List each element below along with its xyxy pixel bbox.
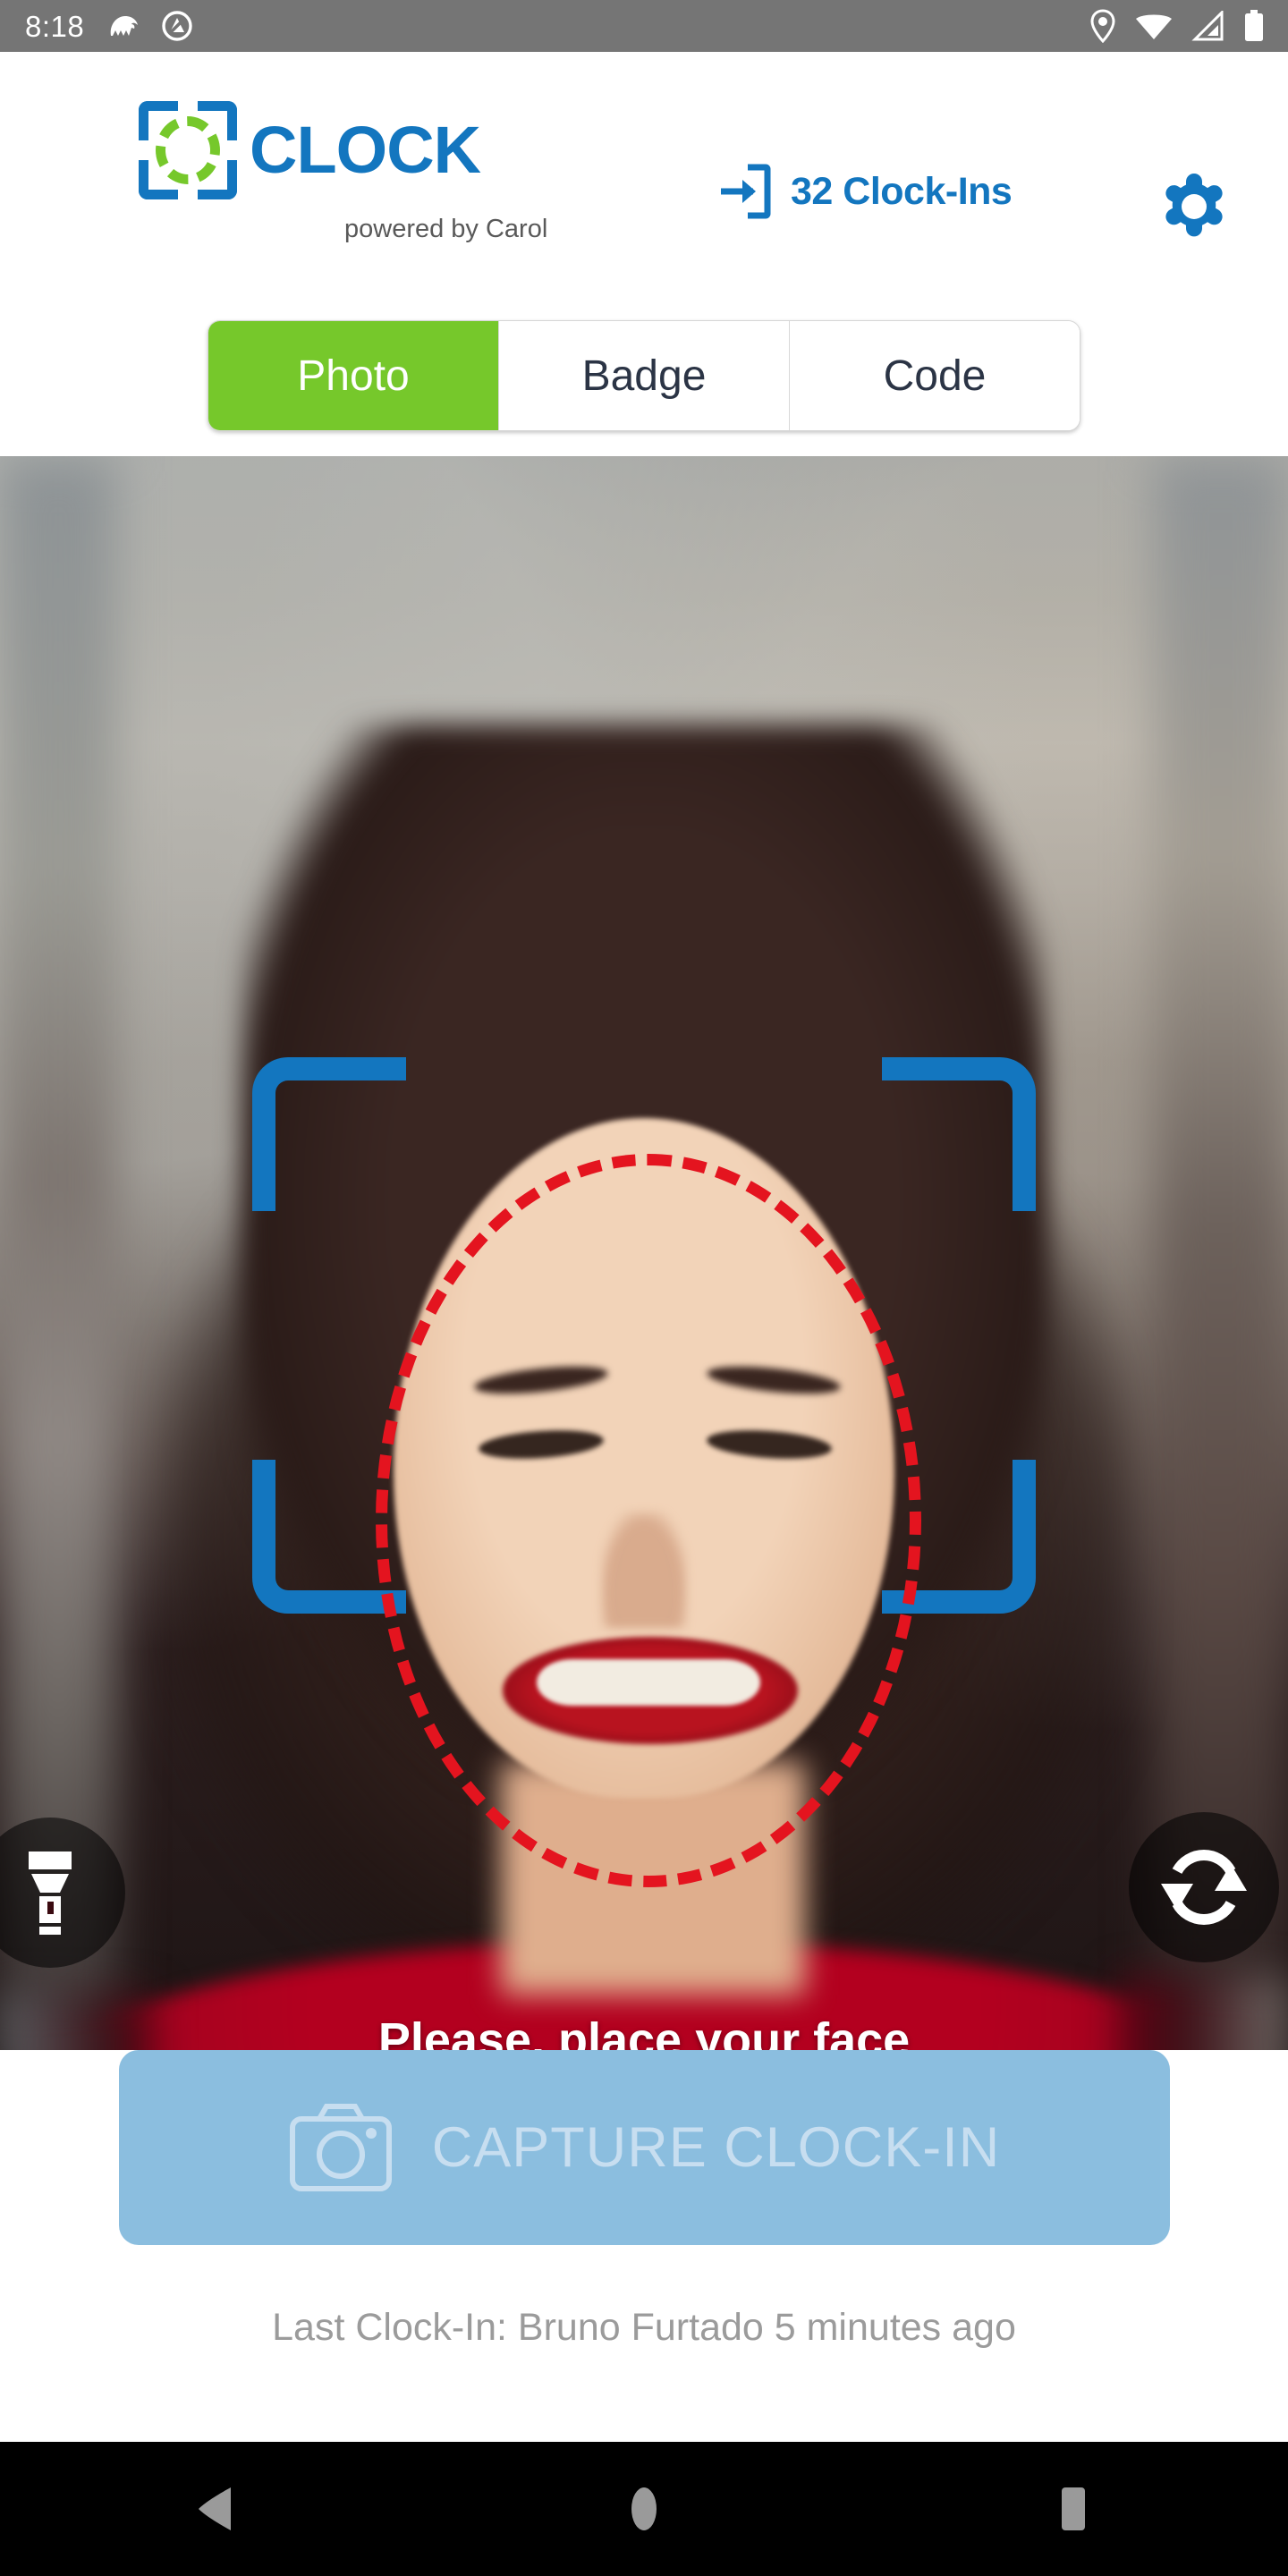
- frame-bracket-top-left-icon: [252, 1057, 406, 1211]
- android-navigation-bar[interactable]: [0, 2442, 1288, 2576]
- wifi-icon: [1136, 14, 1172, 39]
- app-root: 8:18 CLOCK powered by Carol 32 Clock-Ins…: [0, 0, 1288, 2576]
- cellular-signal-icon: [1191, 11, 1224, 41]
- nav-home-button[interactable]: [546, 2442, 742, 2576]
- enter-arrow-icon: [721, 164, 771, 219]
- camera-feed-left-blur: [0, 456, 116, 2050]
- clock-ins-counter[interactable]: 32 Clock-Ins: [716, 164, 1013, 219]
- frame-bracket-top-right-icon: [882, 1057, 1036, 1211]
- tab-code[interactable]: Code: [789, 321, 1080, 430]
- mode-tab-bar[interactable]: Photo Badge Code: [208, 320, 1080, 431]
- app-tagline: powered by Carol: [344, 215, 548, 243]
- status-bar: 8:18: [0, 0, 1288, 52]
- face-guide-oval-icon: [376, 1154, 921, 1887]
- status-bar-notification-icons: [107, 10, 193, 42]
- privacy-blocked-icon: [162, 11, 192, 41]
- recents-icon: [1062, 2487, 1085, 2530]
- status-bar-system-icons: [1089, 9, 1265, 43]
- camera-feed-right-blur: [1154, 456, 1288, 2050]
- last-clock-in-status: Last Clock-In: Bruno Furtado 5 minutes a…: [272, 2306, 1016, 2349]
- settings-button[interactable]: [1145, 157, 1243, 256]
- capture-clock-in-button[interactable]: CAPTURE CLOCK-IN: [119, 2050, 1170, 2245]
- status-bar-clock: 8:18: [25, 9, 85, 43]
- nav-recents-button[interactable]: [975, 2442, 1172, 2576]
- camera-icon: [289, 2104, 392, 2191]
- switch-camera-button[interactable]: [1129, 1812, 1279, 1962]
- app-title: CLOCK: [250, 113, 481, 187]
- capture-button-label: CAPTURE CLOCK-IN: [431, 2116, 1001, 2179]
- flashlight-icon: [29, 1852, 72, 1935]
- clock-ins-count-label: 32 Clock-Ins: [791, 169, 1013, 213]
- clock-scan-logo-icon: [139, 101, 237, 199]
- app-logo: CLOCK: [139, 101, 481, 199]
- pokemon-app-icon: [110, 16, 139, 36]
- tab-photo[interactable]: Photo: [208, 321, 498, 430]
- nav-back-button[interactable]: [116, 2442, 313, 2576]
- gear-icon: [1165, 174, 1223, 237]
- switch-camera-icon: [1161, 1850, 1247, 1925]
- tab-badge[interactable]: Badge: [498, 321, 789, 430]
- home-icon: [631, 2487, 657, 2530]
- back-icon: [199, 2487, 231, 2530]
- camera-preview[interactable]: Please, place your face: [0, 456, 1288, 2050]
- face-placement-hint: Please, place your face: [377, 2013, 911, 2050]
- battery-icon: [1245, 10, 1263, 41]
- logo-dashed-circle: [156, 116, 220, 184]
- location-pin-icon: [1090, 9, 1115, 43]
